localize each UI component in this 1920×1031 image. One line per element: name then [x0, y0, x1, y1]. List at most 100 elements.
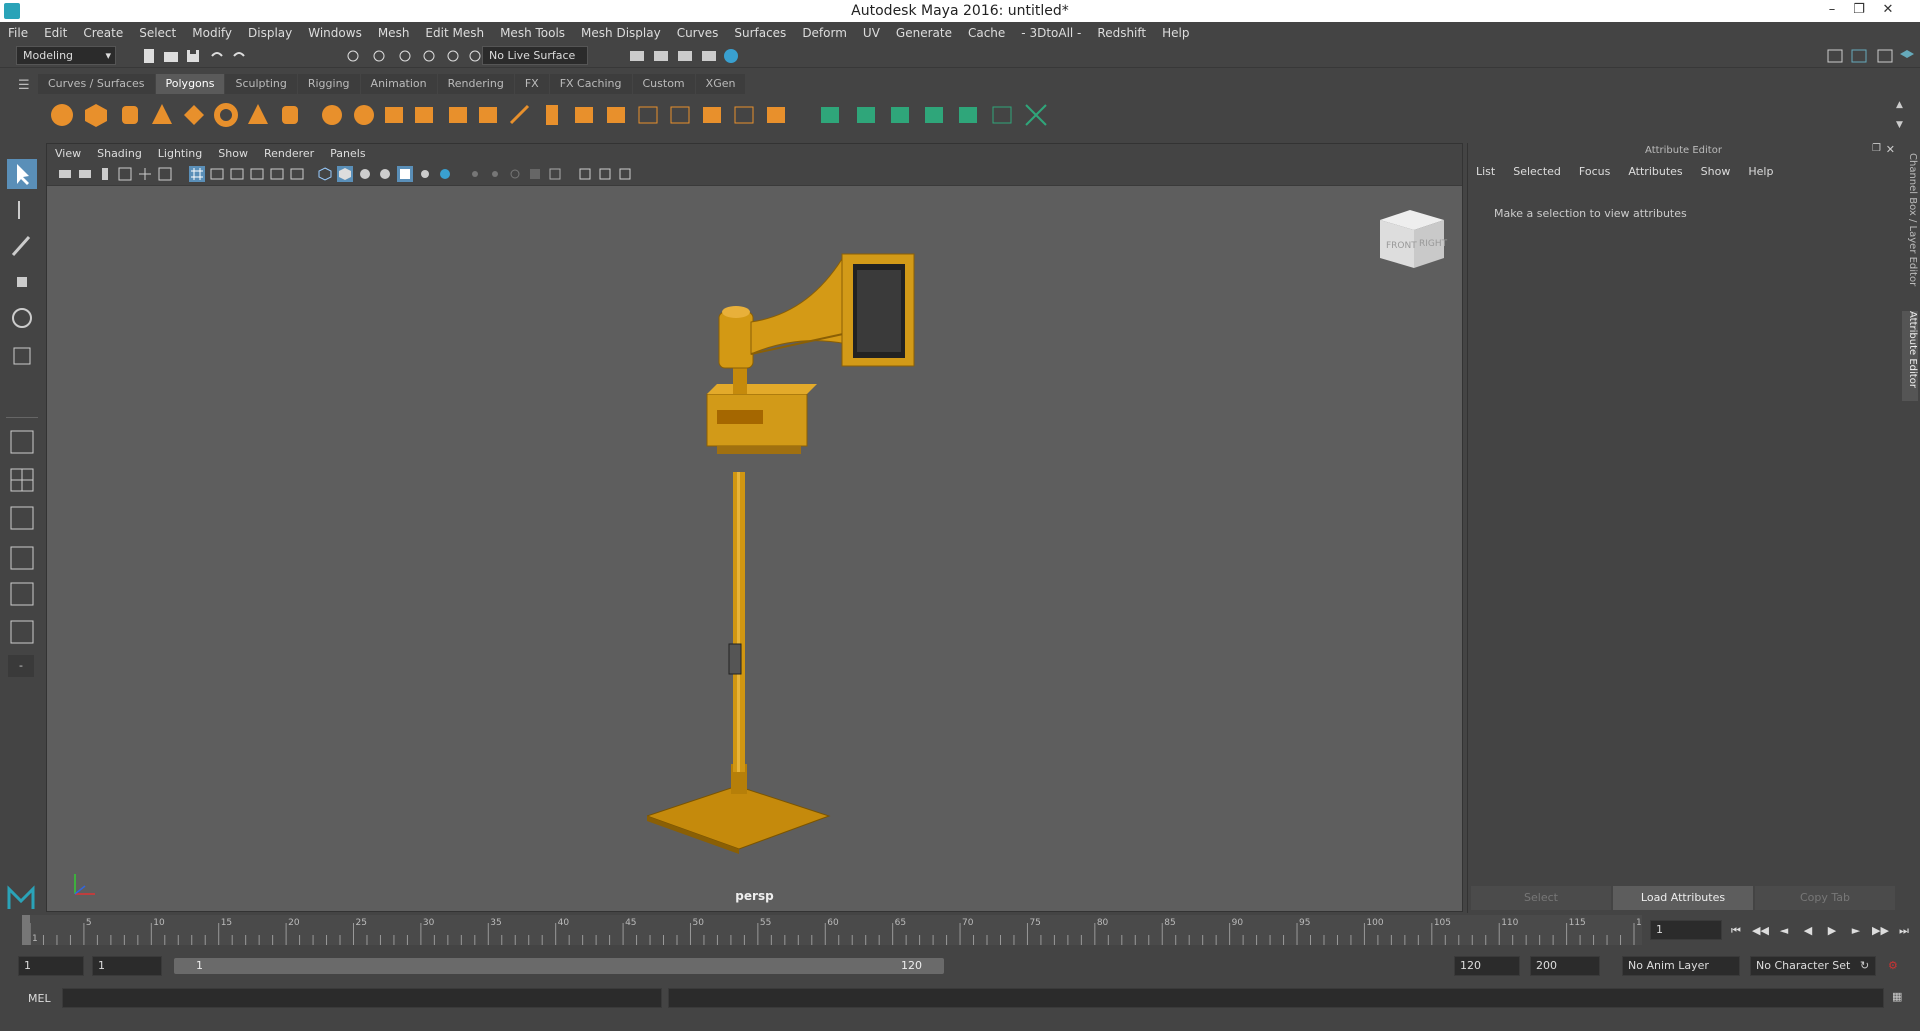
- boolean-icon[interactable]: [444, 101, 472, 129]
- script-language-label[interactable]: MEL: [28, 992, 51, 1005]
- play-forward-icon[interactable]: ▶: [1824, 924, 1840, 938]
- tab-animation[interactable]: Animation: [360, 74, 437, 94]
- toggle-channel-box-icon[interactable]: [1876, 47, 1894, 65]
- gate-mask-icon[interactable]: [229, 166, 245, 182]
- menu-3dtoall[interactable]: - 3DtoAll -: [1013, 26, 1089, 40]
- shelf-scroll-down-icon[interactable]: ▼: [1896, 120, 1903, 130]
- wireframe-icon[interactable]: [317, 166, 333, 182]
- safe-action-icon[interactable]: [269, 166, 285, 182]
- go-to-end-icon[interactable]: ⏭: [1896, 924, 1912, 938]
- motion-blur-icon[interactable]: [467, 166, 483, 182]
- camera-select-icon[interactable]: [57, 166, 73, 182]
- rotate-tool-icon[interactable]: [7, 303, 37, 333]
- view-cube[interactable]: FRONT RIGHT: [1372, 202, 1452, 274]
- scale-tool-icon[interactable]: [7, 341, 37, 371]
- separate-icon[interactable]: [350, 101, 378, 129]
- image-plane-icon[interactable]: [117, 166, 133, 182]
- step-forward-icon[interactable]: ▶▶: [1872, 924, 1889, 938]
- ae-menu-selected[interactable]: Selected: [1513, 165, 1561, 178]
- xray-icon[interactable]: [547, 166, 563, 182]
- ae-menu-attributes[interactable]: Attributes: [1628, 165, 1682, 178]
- step-forward-key-icon[interactable]: ►: [1848, 924, 1864, 938]
- smooth-icon[interactable]: [410, 101, 438, 129]
- grid-icon[interactable]: [189, 166, 205, 182]
- vp-menu-view[interactable]: View: [47, 147, 89, 160]
- tab-rigging[interactable]: Rigging: [297, 74, 360, 94]
- isolate-select-icon[interactable]: [527, 166, 543, 182]
- close-panel-icon[interactable]: ✕: [1886, 143, 1895, 156]
- vp-menu-shading[interactable]: Shading: [89, 147, 150, 160]
- anim-layer-dropdown[interactable]: No Anim Layer: [1622, 956, 1740, 976]
- restore-icon[interactable]: ❐: [1847, 2, 1871, 18]
- use-all-lights-icon[interactable]: [397, 166, 413, 182]
- spherical-uv-icon[interactable]: [886, 101, 914, 129]
- workspace-icon[interactable]: [1826, 47, 1844, 65]
- shadows-icon[interactable]: [417, 166, 433, 182]
- wireframe-on-shaded-icon[interactable]: [357, 166, 373, 182]
- render-frame-icon[interactable]: [652, 47, 670, 65]
- tab-channel-box[interactable]: Channel Box / Layer Editor: [1902, 153, 1918, 293]
- persp-outliner-layout-icon[interactable]: [7, 579, 37, 609]
- go-to-start-icon[interactable]: ⏮: [1728, 924, 1744, 938]
- extrude-icon[interactable]: [538, 101, 566, 129]
- append-polygon-icon[interactable]: [698, 101, 726, 129]
- select-component-icon[interactable]: [396, 47, 414, 65]
- menu-mesh-display[interactable]: Mesh Display: [573, 26, 669, 40]
- persp-hypershade-layout-icon[interactable]: [7, 617, 37, 647]
- toggle-attribute-editor-icon[interactable]: [1850, 47, 1868, 65]
- menu-cache[interactable]: Cache: [960, 26, 1013, 40]
- menu-display[interactable]: Display: [240, 26, 300, 40]
- tab-xgen[interactable]: XGen: [695, 74, 746, 94]
- vp-menu-show[interactable]: Show: [210, 147, 256, 160]
- current-frame-field[interactable]: 1: [1650, 920, 1722, 940]
- layout-uv-icon[interactable]: [1022, 101, 1050, 129]
- current-time-marker[interactable]: [22, 915, 30, 945]
- frame-selection-icon[interactable]: [597, 166, 613, 182]
- extract-icon[interactable]: [380, 101, 408, 129]
- menu-surfaces[interactable]: Surfaces: [726, 26, 794, 40]
- outliner-persp-layout-icon[interactable]: [7, 503, 37, 533]
- poly-sphere-icon[interactable]: [48, 101, 76, 129]
- automatic-uv-icon[interactable]: [920, 101, 948, 129]
- command-input[interactable]: [62, 988, 662, 1008]
- poly-cylinder-icon[interactable]: [116, 101, 144, 129]
- viewport-persp[interactable]: View Shading Lighting Show Renderer Pane…: [46, 143, 1463, 912]
- fill-hole-icon[interactable]: [762, 101, 790, 129]
- minimize-icon[interactable]: –: [1820, 2, 1844, 18]
- tab-rendering[interactable]: Rendering: [437, 74, 514, 94]
- menu-create[interactable]: Create: [75, 26, 131, 40]
- four-pane-layout-icon[interactable]: [7, 465, 37, 495]
- layers-icon[interactable]: [1898, 47, 1916, 65]
- safe-title-icon[interactable]: [289, 166, 305, 182]
- siren-model[interactable]: [647, 204, 967, 904]
- tab-fx[interactable]: FX: [514, 74, 549, 94]
- save-scene-icon[interactable]: [184, 47, 202, 65]
- menu-edit-mesh[interactable]: Edit Mesh: [417, 26, 492, 40]
- menu-help[interactable]: Help: [1154, 26, 1197, 40]
- ae-menu-help[interactable]: Help: [1748, 165, 1773, 178]
- poly-pyramid-icon[interactable]: [244, 101, 272, 129]
- open-scene-icon[interactable]: [162, 47, 180, 65]
- target-weld-icon[interactable]: [730, 101, 758, 129]
- menu-curves[interactable]: Curves: [669, 26, 727, 40]
- ae-menu-list[interactable]: List: [1476, 165, 1495, 178]
- shelf-scroll-up-icon[interactable]: ▲: [1896, 100, 1903, 110]
- offset-edge-loop-icon[interactable]: [666, 101, 694, 129]
- film-gate-icon[interactable]: [157, 166, 173, 182]
- menu-deform[interactable]: Deform: [794, 26, 855, 40]
- paint-select-icon[interactable]: [7, 231, 37, 261]
- hypershade-icon[interactable]: [722, 47, 740, 65]
- tab-custom[interactable]: Custom: [632, 74, 695, 94]
- playback-start-field[interactable]: 1: [92, 956, 162, 976]
- planar-uv-icon[interactable]: [816, 101, 844, 129]
- smooth-shade-icon[interactable]: [337, 166, 353, 182]
- menu-modify[interactable]: Modify: [184, 26, 240, 40]
- start-time-field[interactable]: 1: [18, 956, 84, 976]
- redo-icon[interactable]: [230, 47, 248, 65]
- vp-menu-lighting[interactable]: Lighting: [150, 147, 210, 160]
- new-scene-icon[interactable]: [140, 47, 158, 65]
- ae-menu-focus[interactable]: Focus: [1579, 165, 1610, 178]
- frame-all-icon[interactable]: [577, 166, 593, 182]
- reduce-icon[interactable]: [474, 101, 502, 129]
- multisample-aa-icon[interactable]: [487, 166, 503, 182]
